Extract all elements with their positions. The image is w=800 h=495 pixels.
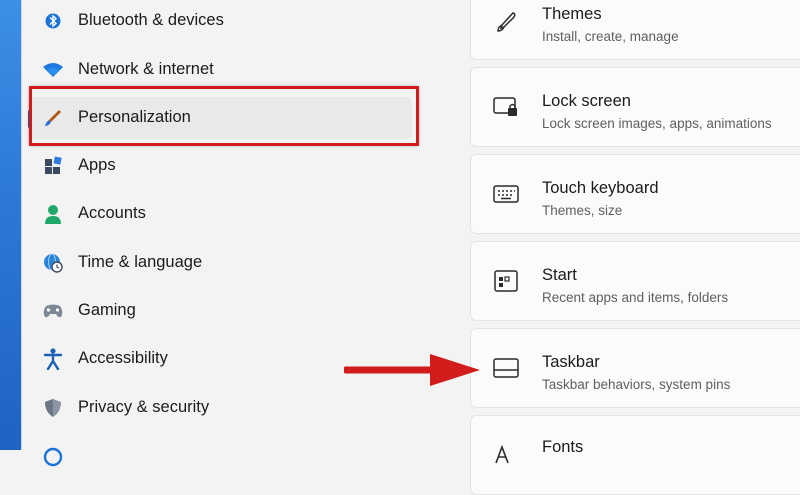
start-icon <box>493 270 519 292</box>
sidebar-item-label: Apps <box>78 156 116 174</box>
card-subtitle: Taskbar behaviors, system pins <box>542 377 731 392</box>
sidebar-item-time-language[interactable]: Time & language <box>28 242 412 284</box>
sidebar-item-label: Network & internet <box>78 60 214 78</box>
person-icon <box>42 203 64 225</box>
sidebar-item-privacy-security[interactable]: Privacy & security <box>28 387 412 429</box>
card-title: Taskbar <box>542 353 600 371</box>
sidebar-item-label: Time & language <box>78 253 203 271</box>
lock-screen-icon <box>493 96 519 118</box>
card-subtitle: Install, create, manage <box>542 29 679 44</box>
card-title: Fonts <box>542 438 584 456</box>
sidebar-item-bluetooth[interactable]: Bluetooth & devices <box>28 0 412 42</box>
taskbar-icon <box>493 357 519 379</box>
card-title: Themes <box>542 5 602 23</box>
bluetooth-icon <box>42 10 64 32</box>
accessibility-icon <box>42 348 64 370</box>
personalization-settings-list: Themes Install, create, manage Lock scre… <box>470 0 800 495</box>
gamepad-icon <box>42 300 64 322</box>
sidebar-item-label: Accessibility <box>78 349 168 367</box>
apps-icon <box>42 155 64 177</box>
card-title: Touch keyboard <box>542 179 659 197</box>
card-subtitle: Themes, size <box>542 203 623 218</box>
red-arrow-annotation <box>344 354 480 386</box>
highlight-box-personalization <box>29 86 419 146</box>
sidebar-item-label: Bluetooth & devices <box>78 11 224 29</box>
sidebar-item-label: Gaming <box>78 301 136 319</box>
settings-card-fonts[interactable]: Fonts <box>470 415 800 495</box>
sidebar-item-accounts[interactable]: Accounts <box>28 193 412 235</box>
globe-clock-icon <box>42 252 64 274</box>
sidebar-item-partial[interactable] <box>28 436 412 478</box>
settings-card-themes[interactable]: Themes Install, create, manage <box>470 0 800 60</box>
sidebar-item-network[interactable]: Network & internet <box>28 49 412 91</box>
desktop-wallpaper-strip <box>0 0 22 450</box>
fonts-icon <box>493 444 519 466</box>
settings-card-touch-keyboard[interactable]: Touch keyboard Themes, size <box>470 154 800 234</box>
pen-icon <box>493 11 519 33</box>
card-subtitle: Lock screen images, apps, animations <box>542 116 772 131</box>
card-subtitle: Recent apps and items, folders <box>542 290 729 305</box>
sidebar-item-label: Privacy & security <box>78 398 210 416</box>
windows-update-icon <box>42 446 64 468</box>
sidebar-item-apps[interactable]: Apps <box>28 145 412 187</box>
sidebar-item-label: Accounts <box>78 204 146 222</box>
keyboard-icon <box>493 183 519 205</box>
settings-card-taskbar[interactable]: Taskbar Taskbar behaviors, system pins <box>470 328 800 408</box>
sidebar-item-gaming[interactable]: Gaming <box>28 290 412 332</box>
settings-card-lock-screen[interactable]: Lock screen Lock screen images, apps, an… <box>470 67 800 147</box>
card-title: Lock screen <box>542 92 631 110</box>
settings-card-start[interactable]: Start Recent apps and items, folders <box>470 241 800 321</box>
wifi-icon <box>42 59 64 81</box>
card-title: Start <box>542 266 577 284</box>
shield-icon <box>42 397 64 419</box>
